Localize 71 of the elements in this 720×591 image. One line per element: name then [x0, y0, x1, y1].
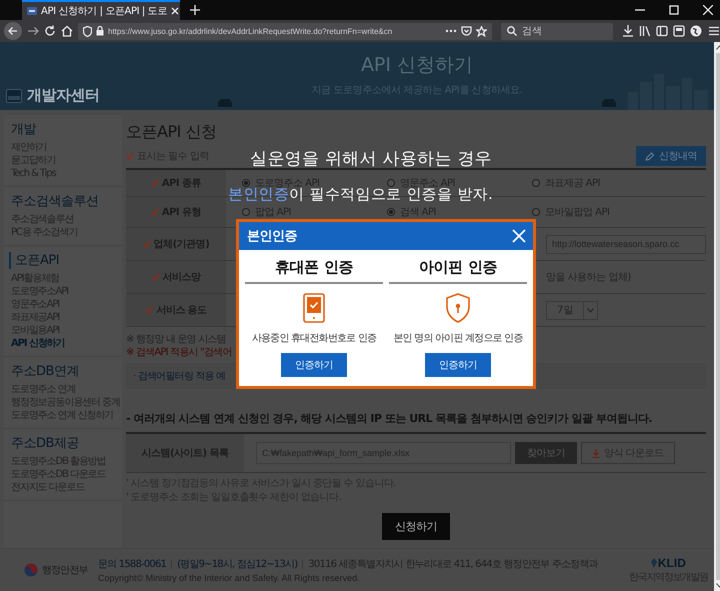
- sidebar-heading[interactable]: 주소검색솔루션: [9, 193, 120, 210]
- partner-logo-text: KLID: [658, 556, 686, 570]
- shield-icon: [83, 26, 92, 36]
- option-description: 사용중인 휴대전화번호로 인증: [252, 332, 376, 345]
- check-icon: [145, 306, 154, 314]
- handwritten-note: 본인인증이 필수적임으로 인증을 받자.: [228, 185, 494, 204]
- submit-button[interactable]: 신청하기: [382, 513, 450, 540]
- instruction-text: - 여러개의 시스템 연계 신청인 경우, 해당 시스템의 IP 또는 URL 목록을 첨부하시면 승인키가 일괄 부여됩니다.: [126, 411, 653, 426]
- close-window-icon[interactable]: [703, 5, 713, 15]
- dialog-title: 본인인증: [247, 228, 297, 245]
- hours-text: (평일9~18시, 점심12~13시): [177, 558, 298, 571]
- download-icon[interactable]: [622, 25, 634, 37]
- warning-note: ※ 검색API 적용시 "검색어: [126, 346, 232, 359]
- back-icon[interactable]: [4, 22, 22, 40]
- lock-icon: [96, 26, 104, 36]
- badge-icon: [6, 88, 22, 102]
- option-heading: 아이핀 인증: [389, 258, 527, 284]
- site-favicon: [27, 7, 37, 15]
- car-icon: [600, 98, 618, 108]
- check-icon: [126, 152, 134, 160]
- option-heading: 휴대폰 인증: [245, 258, 383, 284]
- browser-tab[interactable]: API 신청하기 | 오픈API | 도로: [22, 0, 180, 20]
- radio-button[interactable]: [387, 179, 395, 187]
- radio-button[interactable]: [387, 208, 395, 216]
- chevron-down-icon: [587, 308, 594, 312]
- check-icon: [152, 273, 160, 281]
- sidebar-heading[interactable]: 오픈API: [9, 252, 120, 269]
- search-icon: [507, 26, 517, 36]
- forward-icon[interactable]: [27, 25, 39, 37]
- radio-button[interactable]: [242, 208, 250, 216]
- pencil-icon: [645, 152, 655, 160]
- check-icon: [150, 208, 159, 216]
- logo-text: 개발자센터: [27, 86, 100, 105]
- history-button[interactable]: 신청내역: [636, 146, 706, 166]
- sidebar-heading[interactable]: 개발: [9, 121, 120, 138]
- screenshot-icon[interactable]: [673, 25, 685, 37]
- verify-button[interactable]: 인증하기: [281, 353, 347, 377]
- home-icon[interactable]: [61, 25, 73, 37]
- sidebar-heading[interactable]: 주소DB제공: [9, 435, 120, 452]
- handwritten-note: 실운영을 위해서 사용하는 경우: [250, 148, 492, 170]
- page-title: API 신청하기: [360, 53, 474, 78]
- emblem-icon: [650, 558, 657, 568]
- reload-icon[interactable]: [44, 25, 56, 37]
- download-icon: [592, 448, 600, 458]
- sidebar-icon[interactable]: [656, 25, 668, 37]
- maximize-icon[interactable]: [669, 5, 679, 15]
- check-icon: [150, 179, 159, 187]
- search-field[interactable]: 검색: [501, 22, 613, 40]
- sidebar-heading[interactable]: 주소DB연계: [9, 363, 120, 380]
- library-icon[interactable]: [639, 25, 651, 37]
- sidebar-item[interactable]: API 신청하기: [9, 337, 120, 350]
- check-icon: [142, 240, 151, 248]
- shield-lock-icon: [446, 293, 470, 323]
- emblem-icon: [24, 563, 38, 577]
- address-bar[interactable]: https://www.juso.go.kr/addrlink/devAddrLinkRequestWrite.do?returnFn=write&cn: [78, 22, 492, 40]
- tablet-check-icon: [303, 293, 325, 323]
- option-description: 본인 명의 아이핀 계정으로 인증: [393, 332, 523, 345]
- pocket-icon[interactable]: [461, 26, 472, 36]
- close-icon[interactable]: [170, 7, 179, 15]
- radio-button[interactable]: [532, 179, 540, 187]
- radio-button[interactable]: [242, 179, 250, 187]
- more-icon[interactable]: [445, 29, 457, 33]
- contact-text: 문의 1588-0061: [98, 558, 166, 571]
- example-link[interactable]: · 검색어필터링 적용 예: [133, 369, 226, 383]
- new-tab-icon[interactable]: [190, 5, 200, 15]
- star-icon[interactable]: [476, 26, 487, 36]
- verify-button[interactable]: 인증하기: [425, 353, 491, 377]
- globe-icon[interactable]: [690, 25, 702, 37]
- car-icon: [216, 98, 234, 108]
- radio-button[interactable]: [532, 208, 540, 216]
- menu-icon[interactable]: [707, 25, 720, 37]
